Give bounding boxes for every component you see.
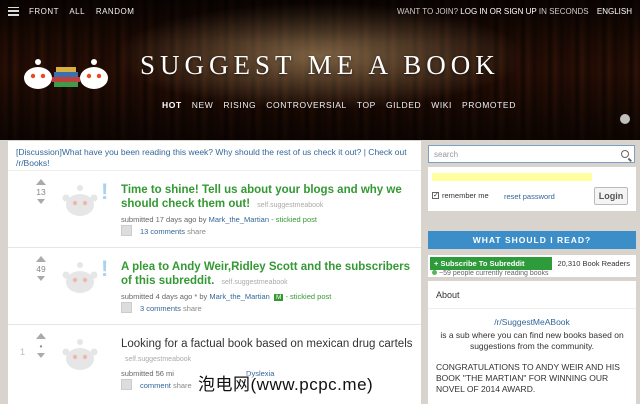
post-author[interactable]: Mark_the_Martian <box>209 215 269 224</box>
upvote-icon[interactable] <box>36 333 46 339</box>
comments-link[interactable]: comment <box>140 381 171 390</box>
top-nav: FRONT ALL RANDOM <box>29 7 142 16</box>
reddit-alien-logo[interactable] <box>16 48 116 98</box>
post-actions: comment share <box>140 381 192 390</box>
nav-random[interactable]: RANDOM <box>96 7 135 16</box>
vote-box: • <box>34 333 48 358</box>
submitted-text: submitted 17 days ago by <box>121 215 207 224</box>
post-score: 13 <box>36 187 46 197</box>
upvote-icon[interactable] <box>36 256 46 262</box>
reset-password-link[interactable]: reset password <box>504 192 555 201</box>
announcement-icon: ! <box>101 256 109 281</box>
nav-all[interactable]: ALL <box>69 7 85 16</box>
post-domain[interactable]: self.suggestmeabook <box>221 279 287 286</box>
tab-wiki[interactable]: WIKI <box>429 99 454 111</box>
online-count-text: ~59 people currently reading books <box>439 270 549 277</box>
search-input[interactable]: search <box>428 145 635 163</box>
what-should-i-read-button[interactable]: WHAT SHOULD I READ? <box>428 231 636 249</box>
post-title-text[interactable]: Looking for a factual book based on mexi… <box>121 338 413 350</box>
post-score: • <box>39 341 43 351</box>
announcement-icon: ! <box>101 179 109 204</box>
share-link[interactable]: share <box>173 381 192 390</box>
page-title: SUGGEST ME A BOOK <box>140 50 500 80</box>
post-actions: 13 comments share <box>140 227 206 236</box>
stickied-label: - stickied post <box>271 215 317 224</box>
post-domain[interactable]: self.suggestmeabook <box>125 356 191 363</box>
submitted-text: submitted 56 mi <box>121 369 174 378</box>
share-link[interactable]: share <box>183 304 202 313</box>
tab-new[interactable]: NEW <box>190 99 216 111</box>
post-meta: submitted 4 days ago * by Mark_the_Marti… <box>121 292 331 301</box>
remember-me-label: remember me <box>442 191 489 200</box>
post-listing: [Discussion]What have you been reading t… <box>8 141 421 404</box>
tab-hot[interactable]: HOT <box>160 99 184 111</box>
sort-tabs: HOT NEW RISING CONTROVERSIAL TOP GILDED … <box>160 99 518 111</box>
online-dot-icon <box>432 270 437 275</box>
post-title[interactable]: Looking for a factual book based on mexi… <box>121 337 421 367</box>
downvote-icon[interactable] <box>37 353 45 358</box>
vote-box: 13 <box>34 179 48 204</box>
moon-icon <box>620 114 630 124</box>
search-placeholder: search <box>434 150 459 159</box>
about-title: About <box>428 281 636 309</box>
expando-icon[interactable] <box>121 225 132 236</box>
vote-box: 49 <box>34 256 48 281</box>
about-description: is a sub where you can find new books ba… <box>440 330 624 351</box>
submitted-text: submitted 4 days ago * by <box>121 292 208 301</box>
stickied-label: - stickied post <box>285 292 332 301</box>
subscribe-button[interactable]: + Subscribe To Subreddit <box>430 257 552 270</box>
login-highlight-bar <box>432 173 592 181</box>
watermark: 泡电网(www.pcpc.me) <box>198 375 374 394</box>
upvote-icon[interactable] <box>36 179 46 185</box>
subscribe-panel: + Subscribe To Subreddit 20,310 Book Rea… <box>428 255 636 277</box>
share-link[interactable]: share <box>187 227 206 236</box>
tab-controversial[interactable]: CONTROVERSIAL <box>264 99 349 111</box>
tab-top[interactable]: TOP <box>355 99 378 111</box>
post-meta: submitted 17 days ago by Mark_the_Martia… <box>121 215 317 224</box>
post-row: 49 ! A plea to Andy Weir,Ridley Scott an… <box>8 248 421 325</box>
login-button[interactable]: Login <box>594 187 628 205</box>
post-score: 49 <box>36 264 46 274</box>
online-count: ~59 people currently reading books <box>432 270 549 277</box>
sidebar: search ✓ remember me reset password Logi… <box>428 141 636 404</box>
language-link[interactable]: ENGLISH <box>597 7 632 16</box>
moderator-badge: M <box>273 294 284 301</box>
announcement-link[interactable]: [Discussion]What have you been reading t… <box>8 141 421 171</box>
search-icon[interactable] <box>621 150 629 158</box>
self-post-thumbnail-icon[interactable] <box>58 179 102 219</box>
tab-gilded[interactable]: GILDED <box>384 99 423 111</box>
nav-front[interactable]: FRONT <box>29 7 59 16</box>
self-post-thumbnail-icon[interactable] <box>58 333 102 373</box>
post-rank: 1 <box>20 347 26 357</box>
tab-promoted[interactable]: PROMOTED <box>460 99 518 111</box>
post-title[interactable]: A plea to Andy Weir,Ridley Scott and the… <box>121 260 421 290</box>
comments-link[interactable]: 13 comments <box>140 227 185 236</box>
tab-rising[interactable]: RISING <box>221 99 258 111</box>
login-form: ✓ remember me reset password Login <box>428 167 636 211</box>
menu-icon[interactable] <box>8 6 19 16</box>
post-author[interactable]: Mark_the_Martian <box>209 292 269 301</box>
expando-icon[interactable] <box>121 302 132 313</box>
post-actions: 3 comments share <box>140 304 202 313</box>
comments-link[interactable]: 3 comments <box>140 304 181 313</box>
about-congrats: CONGRATULATIONS TO ANDY WEIR AND HIS BOO… <box>436 362 620 394</box>
want-to-join-text: WANT TO JOIN? <box>397 7 459 16</box>
self-post-thumbnail-icon[interactable] <box>58 256 102 296</box>
login-prompt: WANT TO JOIN? LOG IN OR SIGN UP IN SECON… <box>397 7 632 16</box>
post-row: 13 ! Time to shine! Tell us about your b… <box>8 171 421 248</box>
subscriber-count: 20,310 Book Readers <box>557 259 630 268</box>
remember-me[interactable]: ✓ remember me <box>432 191 489 200</box>
post-domain[interactable]: self.suggestmeabook <box>257 202 323 209</box>
downvote-icon[interactable] <box>37 199 45 204</box>
checkbox-icon[interactable]: ✓ <box>432 192 439 199</box>
subreddit-link[interactable]: /r/SuggestMeABook <box>428 317 636 327</box>
login-signup-link[interactable]: LOG IN OR SIGN UP <box>460 7 536 16</box>
downvote-icon[interactable] <box>37 276 45 281</box>
post-title[interactable]: Time to shine! Tell us about your blogs … <box>121 183 421 213</box>
in-seconds-text: IN SECONDS <box>538 7 589 16</box>
expando-icon[interactable] <box>121 379 132 390</box>
about-panel: About /r/SuggestMeABook is a sub where y… <box>428 281 636 404</box>
